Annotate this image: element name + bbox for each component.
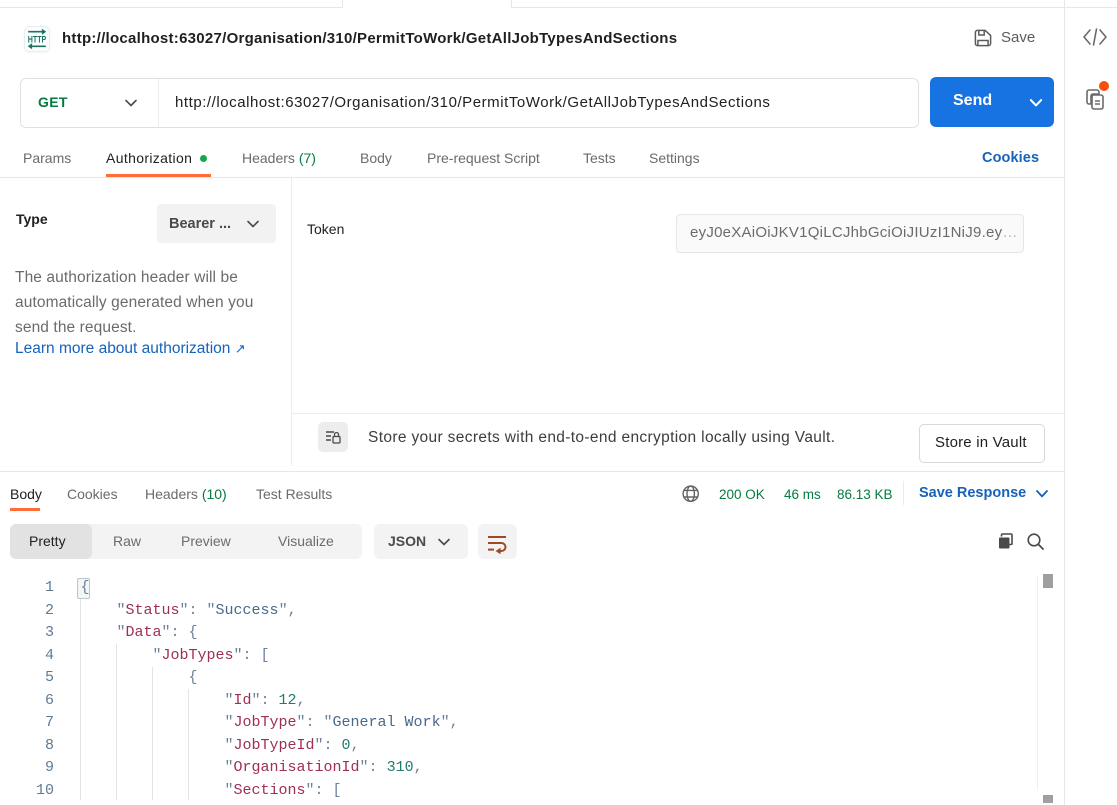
svg-text:HTTP: HTTP (28, 34, 47, 44)
